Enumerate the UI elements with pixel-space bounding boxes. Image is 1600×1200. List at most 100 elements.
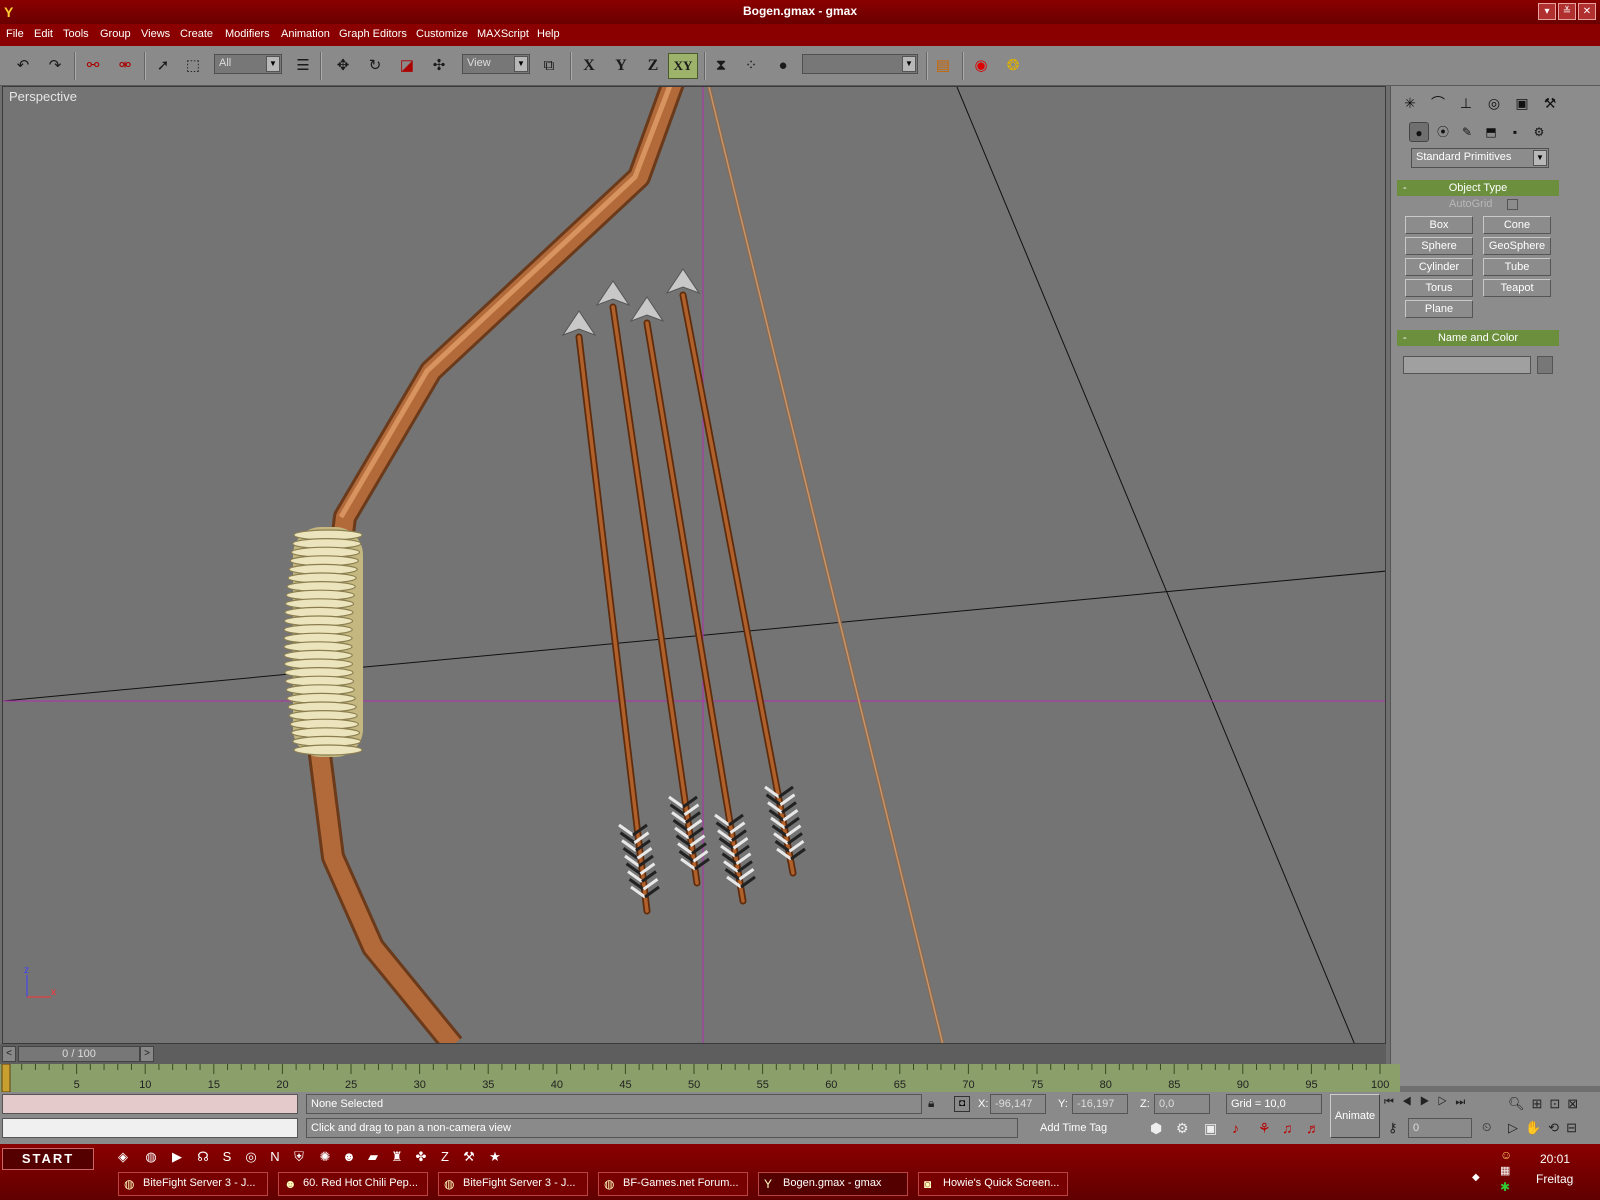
- select-and-link-icon[interactable]: ⚯: [80, 53, 106, 79]
- antivirus-icon[interactable]: ✱: [1500, 1180, 1510, 1194]
- select-object-icon[interactable]: ➚: [150, 53, 176, 79]
- geosphere-button[interactable]: GeoSphere: [1483, 237, 1551, 255]
- motion-tab-icon[interactable]: ◎: [1483, 92, 1505, 114]
- game-icon[interactable]: ☻: [340, 1148, 358, 1166]
- arrow[interactable]: [561, 310, 660, 915]
- menu-customize[interactable]: Customize: [416, 28, 468, 40]
- object-type-rollout[interactable]: - Object Type: [1397, 180, 1559, 196]
- object-color-swatch[interactable]: [1537, 356, 1553, 374]
- space-warps-icon[interactable]: ⚙: [1529, 122, 1549, 142]
- headphones-icon[interactable]: ☊: [194, 1148, 212, 1166]
- taskbar-item[interactable]: ◍ BF-Games.net Forum...: [598, 1172, 748, 1196]
- viewport-nav-controls-bottom[interactable]: ▷✋⟲⊟: [1508, 1120, 1584, 1136]
- network-icon[interactable]: ▦: [1500, 1164, 1510, 1177]
- helpers-icon[interactable]: ▪: [1505, 122, 1525, 142]
- category-dropdown[interactable]: Standard Primitives ▼: [1411, 148, 1549, 168]
- link-icon[interactable]: ♫: [1282, 1120, 1293, 1136]
- time-config-icon[interactable]: ⏲: [1482, 1120, 1491, 1135]
- tray-expand-icon[interactable]: ◆: [1472, 1172, 1480, 1183]
- menu-help[interactable]: Help: [537, 28, 560, 40]
- lights-icon[interactable]: ✎: [1457, 122, 1477, 142]
- restrict-xy-button[interactable]: XY: [668, 53, 698, 79]
- ik-icon[interactable]: ♪: [1232, 1120, 1239, 1136]
- layers-icon[interactable]: ▤: [930, 53, 956, 79]
- skype-icon[interactable]: S: [218, 1148, 236, 1166]
- z-app-icon[interactable]: Z: [436, 1148, 454, 1166]
- render-scene-icon[interactable]: ❂: [1000, 53, 1026, 79]
- menu-file[interactable]: File: [6, 28, 24, 40]
- taskbar-item[interactable]: ☻ 60. Red Hot Chili Pep...: [278, 1172, 428, 1196]
- restrict-x-button[interactable]: X: [576, 53, 602, 79]
- arrows-group[interactable]: [561, 268, 806, 915]
- cube-icon[interactable]: ▣: [1204, 1120, 1217, 1137]
- globe-icon[interactable]: ◎: [242, 1148, 260, 1166]
- time-slider-track[interactable]: < 0 / 100 >: [0, 1044, 1386, 1064]
- minimize-button[interactable]: ▾: [1538, 3, 1556, 20]
- game-two-icon[interactable]: ♜: [388, 1148, 406, 1166]
- close-button[interactable]: ✕: [1578, 3, 1596, 20]
- menu-create[interactable]: Create: [180, 28, 213, 40]
- restore-button[interactable]: ≚: [1558, 3, 1576, 20]
- viewport-nav-controls-top[interactable]: 🔍︎⊞⊡⊠: [1508, 1096, 1585, 1112]
- paint-icon[interactable]: ✤: [412, 1148, 430, 1166]
- reference-coordinate-dropdown[interactable]: View ▼: [462, 54, 530, 74]
- selection-filter-dropdown[interactable]: All ▼: [214, 54, 282, 74]
- puzzle-icon[interactable]: ✺: [316, 1148, 334, 1166]
- settings-gear-icon[interactable]: ⚙: [1176, 1120, 1189, 1137]
- taskbar-item-active[interactable]: Y Bogen.gmax - gmax: [758, 1172, 908, 1196]
- viewport-label[interactable]: Perspective: [9, 89, 77, 104]
- previous-frame-icon[interactable]: <: [2, 1046, 16, 1062]
- flag-icon[interactable]: ★: [486, 1148, 504, 1166]
- n-app-icon[interactable]: N: [266, 1148, 284, 1166]
- time-slider-thumb[interactable]: 0 / 100: [18, 1046, 140, 1062]
- redo-icon[interactable]: ↷: [42, 53, 68, 79]
- menu-edit[interactable]: Edit: [34, 28, 53, 40]
- taskbar-item[interactable]: ◍ BiteFight Server 3 - J...: [438, 1172, 588, 1196]
- utilities-tab-icon[interactable]: ⚒: [1539, 92, 1561, 114]
- clock-time[interactable]: 20:01: [1540, 1152, 1570, 1166]
- key-mode-icon[interactable]: ⬢: [1150, 1120, 1162, 1137]
- shield-icon[interactable]: ⛨: [290, 1148, 308, 1166]
- taskbar-item[interactable]: ◙ Howie's Quick Screen...: [918, 1172, 1068, 1196]
- next-frame-icon[interactable]: >: [140, 1046, 154, 1062]
- animate-button[interactable]: Animate: [1330, 1094, 1380, 1138]
- y-coordinate-field[interactable]: -16,197: [1072, 1094, 1128, 1114]
- menu-modifiers[interactable]: Modifiers: [225, 28, 270, 40]
- lock-selection-icon[interactable]: 🔒︎: [928, 1096, 934, 1111]
- material-editor-icon[interactable]: ◉: [968, 53, 994, 79]
- display-tab-icon[interactable]: ▣: [1511, 92, 1533, 114]
- show-desktop-icon[interactable]: ◈: [114, 1148, 132, 1166]
- cone-button[interactable]: Cone: [1483, 216, 1551, 234]
- object-name-field[interactable]: [1403, 356, 1531, 374]
- named-selection-dropdown[interactable]: ▼: [802, 54, 918, 74]
- menu-graph-editors[interactable]: Graph Editors: [339, 28, 407, 40]
- perspective-viewport[interactable]: x z Perspective: [2, 86, 1386, 1044]
- menu-group[interactable]: Group: [100, 28, 131, 40]
- track-bar[interactable]: 5 10 15 20 25 30 35 40 45 50 55 60 65 70 75 80 85 90 95 100: [0, 1063, 1400, 1093]
- menu-maxscript[interactable]: MAXScript: [477, 28, 529, 40]
- autogrid-checkbox[interactable]: [1507, 199, 1518, 210]
- maxscript-listener-mini[interactable]: [2, 1094, 298, 1114]
- region-select-icon[interactable]: ⬚: [180, 53, 206, 79]
- key-icon[interactable]: ⚷: [1388, 1120, 1398, 1136]
- tube-button[interactable]: Tube: [1483, 258, 1551, 276]
- restrict-z-button[interactable]: Z: [640, 53, 666, 79]
- start-button[interactable]: START: [2, 1148, 94, 1170]
- menu-tools[interactable]: Tools: [63, 28, 89, 40]
- mirror-icon[interactable]: ⧗: [708, 53, 734, 79]
- bow-grip[interactable]: [283, 527, 363, 757]
- bone-icon[interactable]: ⚘: [1258, 1120, 1271, 1137]
- viewport-scene[interactable]: x z: [3, 87, 1386, 1044]
- firefox-icon[interactable]: ◍: [142, 1148, 160, 1166]
- playback-controls[interactable]: ⏮◀▶▷⏭: [1384, 1096, 1473, 1109]
- array-icon[interactable]: ⁘: [738, 53, 764, 79]
- select-and-scale-icon[interactable]: ◪: [394, 53, 420, 79]
- menu-views[interactable]: Views: [141, 28, 170, 40]
- pivot-center-icon[interactable]: ⧉: [536, 53, 562, 79]
- current-frame-field[interactable]: 0: [1408, 1118, 1472, 1138]
- select-manipulate-icon[interactable]: ✣: [426, 53, 452, 79]
- cameras-icon[interactable]: ⬒: [1481, 122, 1501, 142]
- add-time-tag-button[interactable]: Add Time Tag: [1040, 1122, 1107, 1134]
- shapes-icon[interactable]: ⦿: [1433, 122, 1453, 142]
- cylinder-button[interactable]: Cylinder: [1405, 258, 1473, 276]
